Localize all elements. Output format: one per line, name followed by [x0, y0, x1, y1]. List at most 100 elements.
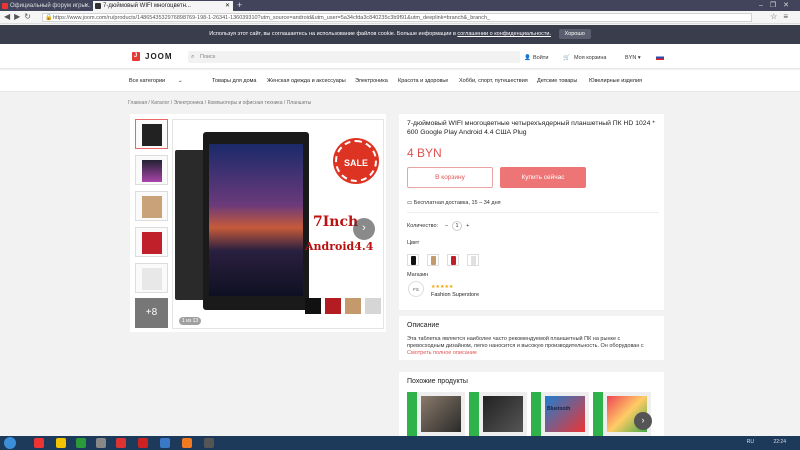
all-categories-button[interactable]: Все категории — [129, 78, 165, 84]
app-icon[interactable] — [204, 438, 214, 448]
breadcrumb-item[interactable]: Главная — [128, 100, 147, 106]
tablet-screen-image — [209, 144, 303, 296]
category-hobby[interactable]: Хобби, спорт, путешествия — [459, 78, 528, 84]
add-to-cart-button[interactable]: В корзину — [407, 167, 493, 188]
store-avatar[interactable]: FS — [408, 281, 424, 297]
firefox-icon[interactable] — [182, 438, 192, 448]
category-beauty[interactable]: Красота и здоровье — [398, 78, 448, 84]
breadcrumb-item[interactable]: Электроника — [174, 100, 204, 106]
next-image-button[interactable]: › — [353, 218, 375, 240]
discount-badge — [593, 392, 603, 436]
new-tab-button[interactable]: + — [237, 0, 242, 11]
image-counter: 1 из 13 — [179, 317, 202, 325]
toolbar-icons[interactable]: ☆≡ — [770, 12, 794, 21]
login-icon[interactable]: 👤 — [524, 55, 531, 61]
gallery-thumb[interactable] — [135, 227, 168, 257]
description-section: Описание Эта таблетка является наиболее … — [399, 316, 664, 360]
favicon-icon — [95, 3, 101, 9]
privacy-link[interactable]: соглашении о конфиденциальности. — [457, 31, 551, 37]
browser-tab-joom[interactable]: 7-дюймовый WIFI многоцветн... ✕ — [93, 1, 233, 11]
app-icon[interactable] — [76, 438, 86, 448]
store-rating-stars: ★★★★★ — [431, 284, 454, 290]
delivery-text: Бесплатная доставка, 15 – 34 дня — [413, 200, 501, 206]
similar-product-card[interactable] — [407, 392, 465, 436]
color-option-red[interactable] — [447, 254, 459, 266]
url-field[interactable]: 🔒 https://www.joom.com/ru/products/14865… — [42, 13, 752, 22]
similar-product-card[interactable] — [469, 392, 527, 436]
clock[interactable]: 22:24 — [773, 439, 786, 445]
breadcrumb-item[interactable]: Каталог — [151, 100, 169, 106]
quantity-label: Количество: — [407, 223, 439, 229]
joom-logo[interactable]: J JOOM — [132, 52, 173, 62]
opera-icon[interactable] — [138, 438, 148, 448]
start-button[interactable] — [4, 437, 16, 449]
color-swatch-image — [325, 298, 341, 314]
gallery-thumb[interactable] — [135, 155, 168, 185]
browser-tab-forum[interactable]: Официальный форум игры... ✕ — [0, 1, 92, 11]
thumb-image — [142, 196, 162, 218]
login-link[interactable]: Войти — [533, 55, 548, 61]
thumb-image — [142, 268, 162, 290]
app-icon[interactable] — [116, 438, 126, 448]
nav-buttons[interactable]: ◀▶↻ — [4, 12, 35, 21]
yandex-icon[interactable] — [34, 438, 44, 448]
address-bar-row: ◀▶↻ 🔒 https://www.joom.com/ru/products/1… — [0, 11, 800, 24]
site-header: J JOOM ⌕ Поиск 👤 Войти 🛒 Моя корзина BYN … — [0, 44, 800, 69]
close-tab-icon[interactable]: ✕ — [84, 1, 89, 11]
category-bar: Все категории ⌄ Товары для дома Женская … — [0, 70, 800, 92]
next-similar-button[interactable]: › — [634, 412, 652, 430]
color-option-gold[interactable] — [427, 254, 439, 266]
app-icon[interactable] — [160, 438, 170, 448]
app-icon[interactable] — [96, 438, 106, 448]
promo-text: 7Inch — [313, 214, 359, 230]
similar-product-card[interactable]: Bluetooth — [531, 392, 589, 436]
category-home[interactable]: Товары для дома — [212, 78, 256, 84]
buy-now-button[interactable]: Купить сейчас — [500, 167, 586, 188]
color-swatch-image — [305, 298, 321, 314]
cart-link[interactable]: Моя корзина — [574, 55, 606, 61]
discount-badge — [469, 392, 479, 436]
show-full-description-link[interactable]: Смотреть полное описание — [407, 350, 477, 356]
thumb-image — [142, 160, 162, 182]
quantity-stepper[interactable]: –1 + — [445, 221, 469, 231]
currency-select[interactable]: BYN ▾ — [625, 55, 641, 61]
category-kids[interactable]: Детские товары — [537, 78, 577, 84]
breadcrumb-item[interactable]: Компьютеры и офисная техника — [208, 100, 283, 106]
product-info-panel: 7-дюймовый WIFI многоцветные четырехъяде… — [399, 114, 664, 310]
more-photos-button[interactable]: +8 — [135, 298, 168, 328]
close-tab-icon[interactable]: ✕ — [225, 1, 230, 11]
color-label: Цвет — [407, 240, 420, 246]
logo-text: JOOM — [145, 52, 173, 61]
similar-products-section: Похожие продукты Bluetooth › — [399, 372, 664, 438]
main-product-image[interactable]: SALE 7Inch Android4.4 › 1 из 13 — [172, 119, 384, 329]
language-indicator[interactable]: RU — [747, 439, 754, 445]
product-title: 7-дюймовый WIFI многоцветные четырехъяде… — [407, 120, 655, 136]
cookie-ok-button[interactable]: Хорошо — [558, 29, 591, 39]
divider — [407, 212, 659, 213]
category-jewelry[interactable]: Ювелирные изделия — [589, 78, 642, 84]
plus-icon[interactable]: + — [466, 223, 469, 229]
discount-badge — [531, 392, 541, 436]
cart-icon[interactable]: 🛒 — [563, 55, 570, 61]
browser-tab-bar: Официальный форум игры... ✕ 7-дюймовый W… — [0, 0, 800, 11]
color-chip — [471, 256, 476, 265]
store-name-link[interactable]: Fashion Superstore — [431, 292, 479, 298]
gallery-thumb[interactable] — [135, 263, 168, 293]
category-electronics[interactable]: Электроника — [355, 78, 388, 84]
similar-heading: Похожие продукты — [407, 378, 468, 385]
gallery-thumb[interactable] — [135, 191, 168, 221]
search-input[interactable]: ⌕ Поиск — [188, 51, 520, 63]
category-women[interactable]: Женская одежда и аксессуары — [267, 78, 346, 84]
chevron-down-icon[interactable]: ⌄ — [178, 78, 183, 84]
russia-flag-icon[interactable] — [656, 55, 664, 60]
minus-icon[interactable]: – — [445, 223, 448, 229]
cookie-banner: Используя этот сайт, вы соглашаетесь на … — [0, 25, 800, 44]
color-swatch-image — [345, 298, 361, 314]
color-option-black[interactable] — [407, 254, 419, 266]
url-text: https://www.joom.com/ru/products/1486543… — [53, 15, 491, 21]
breadcrumb-item[interactable]: Планшеты — [287, 100, 312, 106]
color-option-white[interactable] — [467, 254, 479, 266]
window-controls[interactable]: –❐✕ — [759, 0, 796, 11]
explorer-icon[interactable] — [56, 438, 66, 448]
gallery-thumb[interactable] — [135, 119, 168, 149]
